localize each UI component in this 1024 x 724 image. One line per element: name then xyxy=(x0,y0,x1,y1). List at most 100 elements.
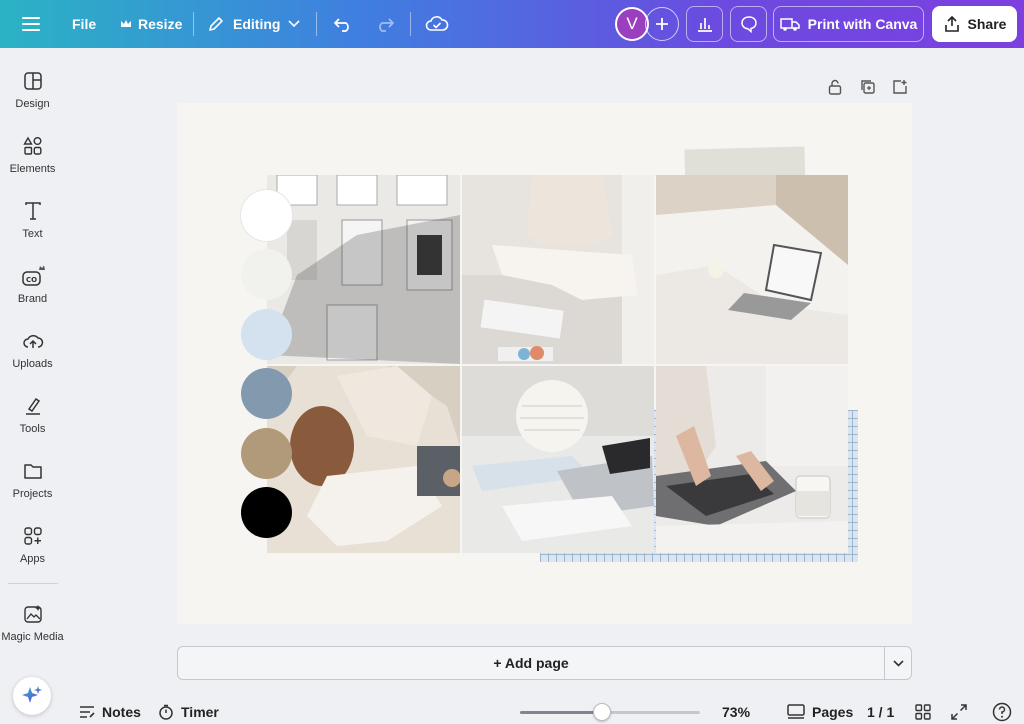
share-button[interactable]: Share xyxy=(932,6,1017,42)
uploads-icon xyxy=(22,335,43,348)
sidebar-item-tools[interactable]: Tools xyxy=(0,393,65,453)
sidebar-item-apps[interactable]: Apps xyxy=(0,523,65,583)
fullscreen-button[interactable] xyxy=(951,700,967,724)
zoom-slider[interactable] xyxy=(520,703,700,721)
woman-sitting-image xyxy=(462,175,654,364)
resize-label: Resize xyxy=(138,16,183,32)
editing-mode-button[interactable]: Editing xyxy=(207,0,301,48)
editing-label: Editing xyxy=(233,16,281,32)
redo-icon xyxy=(379,18,395,32)
laptop-bed-image xyxy=(656,175,848,364)
add-page-button[interactable]: + Add page xyxy=(178,647,884,679)
photo-woman-sitting-floor[interactable] xyxy=(462,175,654,364)
photo-laptop-on-bed[interactable] xyxy=(656,175,848,364)
lock-page-button[interactable] xyxy=(826,77,844,97)
photo-moodboard-wall[interactable] xyxy=(267,175,460,364)
redo-button[interactable] xyxy=(375,0,395,48)
invite-button[interactable] xyxy=(645,7,679,41)
sidebar-item-design[interactable]: Design xyxy=(0,68,65,128)
svg-text:CO: CO xyxy=(25,276,36,284)
save-status-button[interactable] xyxy=(425,0,449,48)
comment-icon xyxy=(740,16,757,33)
add-page-bar: + Add page xyxy=(177,646,912,680)
hands-typing-image xyxy=(656,366,848,553)
palette-swatch-off-white[interactable] xyxy=(241,249,292,300)
undo-button[interactable] xyxy=(333,0,353,48)
sidebar-item-projects[interactable]: Projects xyxy=(0,458,65,518)
print-with-canva-button[interactable]: Print with Canva xyxy=(773,6,924,42)
tools-icon xyxy=(25,397,40,415)
sidebar-item-label: Brand xyxy=(17,293,48,305)
text-icon xyxy=(24,202,41,220)
timer-label: Timer xyxy=(181,704,219,720)
print-label: Print with Canva xyxy=(807,16,918,32)
sidebar-item-label: Text xyxy=(22,228,43,240)
design-icon xyxy=(23,72,42,90)
desk-sphere-image xyxy=(462,366,654,553)
sidebar-item-text[interactable]: Text xyxy=(0,198,65,258)
user-avatar[interactable]: V xyxy=(615,7,649,41)
zoom-slider-handle[interactable] xyxy=(593,703,612,721)
sidebar-item-brand[interactable]: CO Brand xyxy=(0,263,65,323)
grid-view-button[interactable] xyxy=(915,700,931,724)
menu-icon[interactable] xyxy=(22,0,44,48)
palette-swatch-tan[interactable] xyxy=(241,428,292,479)
fullscreen-icon xyxy=(951,704,967,720)
photo-woman-on-couch[interactable] xyxy=(267,366,460,553)
truck-icon xyxy=(779,18,800,31)
crown-icon xyxy=(121,20,131,27)
toolbar-divider xyxy=(193,12,194,36)
share-icon xyxy=(944,15,959,32)
cloud-check-icon xyxy=(425,16,449,31)
bar-chart-icon xyxy=(697,18,712,32)
palette-swatch-light-blue[interactable] xyxy=(241,309,292,360)
file-menu-button[interactable]: File xyxy=(72,0,96,48)
sidebar-item-label: Apps xyxy=(19,553,46,565)
add-page-icon-button[interactable] xyxy=(891,77,909,97)
photo-hands-typing-laptop[interactable] xyxy=(656,366,848,553)
photo-desk-sphere-lamp[interactable] xyxy=(462,366,654,553)
unlock-icon xyxy=(828,79,842,95)
chevron-down-icon xyxy=(893,659,904,667)
brand-icon: CO xyxy=(21,265,45,286)
woman-couch-image xyxy=(267,366,460,553)
insights-button[interactable] xyxy=(686,6,723,42)
help-button[interactable] xyxy=(992,700,1012,724)
palette-swatch-slate-blue[interactable] xyxy=(241,368,292,419)
folder-icon xyxy=(23,464,42,479)
pages-button[interactable]: Pages xyxy=(787,700,853,724)
sidebar-item-elements[interactable]: Elements xyxy=(0,133,65,193)
moodboard-wall-image xyxy=(267,175,460,364)
pages-label: Pages xyxy=(812,704,854,720)
magic-media-icon xyxy=(23,605,42,623)
comments-button[interactable] xyxy=(730,6,767,42)
palette-swatch-white[interactable] xyxy=(241,190,292,241)
chevron-down-icon xyxy=(288,20,301,28)
toolbar-divider xyxy=(410,12,411,36)
help-icon xyxy=(992,702,1012,722)
page-counter[interactable]: 1 / 1 xyxy=(867,700,894,724)
notes-button[interactable]: Notes xyxy=(79,700,141,724)
sidebar-item-magic-media[interactable]: Magic Media xyxy=(0,601,65,661)
resize-button[interactable]: Resize xyxy=(120,0,182,48)
sidebar-item-label: Elements xyxy=(9,163,56,175)
timer-icon xyxy=(159,704,173,720)
add-page-dropdown[interactable] xyxy=(884,647,912,679)
magic-assistant-button[interactable] xyxy=(13,677,51,715)
duplicate-page-button[interactable] xyxy=(859,77,877,97)
zoom-value[interactable]: 73% xyxy=(722,700,750,724)
sparkle-icon xyxy=(22,686,42,703)
sidebar-divider xyxy=(8,583,58,584)
sidebar-item-label: Uploads xyxy=(12,358,53,370)
sidebar-item-label: Projects xyxy=(12,488,53,500)
palette-swatch-black[interactable] xyxy=(241,487,292,538)
notes-icon xyxy=(80,706,95,718)
timer-button[interactable]: Timer xyxy=(158,700,219,724)
sidebar-item-uploads[interactable]: Uploads xyxy=(0,328,65,388)
apps-icon xyxy=(23,527,42,545)
plus-icon xyxy=(656,18,668,30)
notes-label: Notes xyxy=(102,704,141,720)
elements-icon xyxy=(22,136,42,155)
share-label: Share xyxy=(967,16,1007,32)
add-page-icon xyxy=(893,80,907,94)
